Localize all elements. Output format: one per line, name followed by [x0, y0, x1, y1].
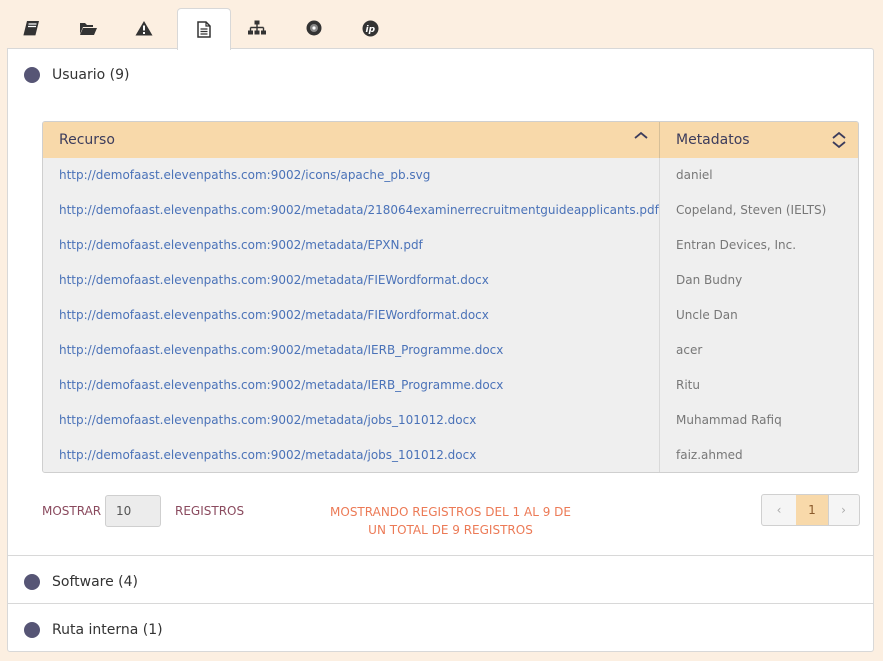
- metadata-cell: acer: [676, 343, 703, 357]
- resource-link[interactable]: http://demofaast.elevenpaths.com:9002/me…: [59, 403, 476, 438]
- section-divider: [8, 555, 873, 556]
- table-row: http://demofaast.elevenpaths.com:9002/me…: [43, 263, 858, 299]
- ip-icon: ip: [362, 20, 378, 36]
- table-row: http://demofaast.elevenpaths.com:9002/me…: [43, 298, 858, 334]
- metadata-cell: Dan Budny: [676, 273, 743, 287]
- section-usuario-title: Usuario (9): [52, 67, 130, 83]
- section-software-header[interactable]: Software (4): [8, 558, 873, 606]
- disc-icon: [306, 20, 322, 36]
- pagination: ‹ 1 ›: [761, 494, 860, 526]
- section-ruta-title: Ruta interna (1): [52, 622, 163, 638]
- bullet-icon: [24, 67, 40, 83]
- cell-divider: [659, 333, 660, 368]
- metadata-cell: faiz.ahmed: [676, 448, 743, 462]
- bullet-icon: [24, 574, 40, 590]
- table-row: http://demofaast.elevenpaths.com:9002/me…: [43, 228, 858, 264]
- warning-icon: [135, 21, 153, 36]
- show-label: MOSTRAR: [42, 504, 102, 518]
- tab-disc[interactable]: [288, 8, 340, 48]
- cell-divider: [659, 368, 660, 403]
- previous-page-button[interactable]: ‹: [762, 495, 797, 525]
- tab-bar: ip: [0, 0, 883, 50]
- tab-folder[interactable]: [62, 8, 114, 48]
- cell-divider: [659, 298, 660, 333]
- sitemap-icon: [248, 20, 266, 35]
- tab-book[interactable]: [6, 8, 58, 48]
- metadata-cell: Uncle Dan: [676, 308, 738, 322]
- resources-table: Recurso Metadatos http://demofaast.eleve…: [42, 121, 859, 473]
- tab-sitemap[interactable]: [231, 8, 283, 48]
- next-page-button[interactable]: ›: [828, 495, 859, 525]
- cell-divider: [659, 438, 660, 472]
- metadata-cell: Ritu: [676, 378, 700, 392]
- document-icon: [197, 21, 211, 38]
- tab-warning[interactable]: [118, 8, 170, 48]
- cell-divider: [659, 158, 660, 193]
- resource-link[interactable]: http://demofaast.elevenpaths.com:9002/me…: [59, 228, 423, 263]
- header-divider: [659, 122, 660, 158]
- metadata-cell: Copeland, Steven (IELTS): [676, 203, 827, 217]
- tab-document[interactable]: [177, 8, 231, 50]
- folder-open-icon: [79, 22, 97, 35]
- resource-link[interactable]: http://demofaast.elevenpaths.com:9002/me…: [59, 298, 489, 333]
- metadata-cell: daniel: [676, 168, 713, 182]
- book-icon: [23, 21, 39, 36]
- cell-divider: [659, 403, 660, 438]
- records-label: REGISTROS: [175, 504, 245, 518]
- column-header-resource[interactable]: Recurso: [59, 122, 115, 158]
- cell-divider: [659, 193, 660, 228]
- resource-link[interactable]: http://demofaast.elevenpaths.com:9002/me…: [59, 263, 489, 298]
- cell-divider: [659, 263, 660, 298]
- section-ruta-header[interactable]: Ruta interna (1): [8, 606, 873, 654]
- records-info-line1: MOSTRANDO REGISTROS DEL 1 AL 9 DE: [330, 505, 571, 519]
- cell-divider: [659, 228, 660, 263]
- bullet-icon: [24, 622, 40, 638]
- resource-link[interactable]: http://demofaast.elevenpaths.com:9002/me…: [59, 193, 659, 228]
- resource-link[interactable]: http://demofaast.elevenpaths.com:9002/me…: [59, 438, 476, 472]
- table-row: http://demofaast.elevenpaths.com:9002/me…: [43, 438, 858, 472]
- resource-link[interactable]: http://demofaast.elevenpaths.com:9002/ic…: [59, 158, 430, 193]
- table-row: http://demofaast.elevenpaths.com:9002/me…: [43, 333, 858, 369]
- records-info: MOSTRANDO REGISTROS DEL 1 AL 9 DE UN TOT…: [308, 503, 593, 539]
- table-row: http://demofaast.elevenpaths.com:9002/ic…: [43, 158, 858, 194]
- section-software-title: Software (4): [52, 574, 138, 590]
- table-row: http://demofaast.elevenpaths.com:9002/me…: [43, 403, 858, 439]
- metadata-cell: Muhammad Rafiq: [676, 413, 782, 427]
- table-row: http://demofaast.elevenpaths.com:9002/me…: [43, 193, 858, 229]
- column-header-metadata[interactable]: Metadatos: [676, 122, 750, 158]
- svg-text:ip: ip: [365, 25, 375, 35]
- page-1-button[interactable]: 1: [796, 495, 829, 525]
- page-size-input[interactable]: [105, 495, 161, 527]
- metadata-cell: Entran Devices, Inc.: [676, 238, 797, 252]
- table-header: Recurso Metadatos: [43, 122, 858, 159]
- sort-ascending-icon[interactable]: [633, 130, 649, 142]
- main-panel: Usuario (9) Recurso Metadatos http://dem…: [7, 48, 874, 652]
- records-info-line2: UN TOTAL DE 9 REGISTROS: [368, 523, 533, 537]
- tab-ip[interactable]: ip: [344, 8, 396, 48]
- table-row: http://demofaast.elevenpaths.com:9002/me…: [43, 368, 858, 404]
- section-divider: [8, 603, 873, 604]
- resource-link[interactable]: http://demofaast.elevenpaths.com:9002/me…: [59, 333, 503, 368]
- section-usuario-header[interactable]: Usuario (9): [8, 51, 873, 99]
- sort-both-icon[interactable]: [831, 130, 847, 150]
- resource-link[interactable]: http://demofaast.elevenpaths.com:9002/me…: [59, 368, 503, 403]
